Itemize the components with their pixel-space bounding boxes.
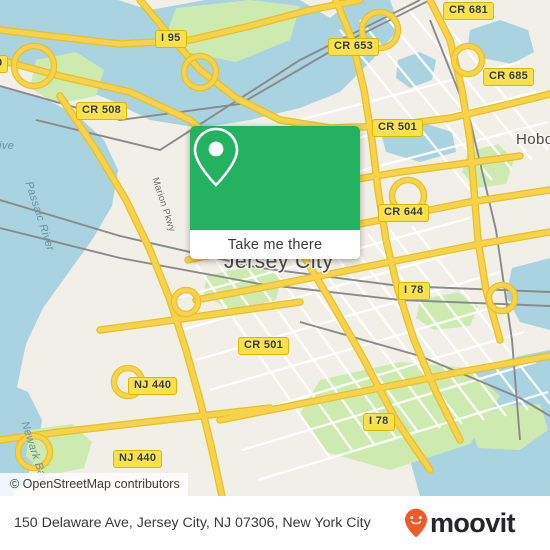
moovit-map-screenshot: I 95 CR 653 CR 681 CR 685 CR 508 CR 501 CR 644…: [0, 0, 550, 550]
map-label-hoboken: Hoboke: [516, 131, 550, 148]
location-pin-icon: [193, 127, 239, 187]
footer-bar: 150 Delaware Ave, Jersey City, NJ 07306,…: [0, 496, 550, 550]
address-text: 150 Delaware Ave, Jersey City, NJ 07306,…: [14, 515, 371, 531]
highway-shield: CR 681: [443, 2, 495, 20]
highway-shield: I 95: [155, 30, 187, 48]
highway-shield: NJ 440: [128, 377, 178, 395]
popup-header: [190, 126, 360, 230]
highway-shield: I 78: [398, 282, 430, 300]
highway-shield: 0: [0, 55, 9, 73]
highway-shield: I 78: [363, 413, 395, 431]
location-popup-card[interactable]: Take me there: [190, 126, 360, 259]
highway-shield: CR 653: [328, 38, 380, 56]
highway-shield: CR 685: [483, 68, 535, 86]
moovit-pin-icon: [405, 508, 427, 538]
moovit-wordmark: moovit: [430, 507, 516, 538]
highway-shield: CR 501: [372, 119, 424, 137]
highway-shield: CR 644: [378, 204, 430, 222]
take-me-there-button[interactable]: Take me there: [190, 230, 360, 259]
highway-shield: NJ 440: [113, 450, 163, 468]
osm-attribution[interactable]: © OpenStreetMap contributors: [0, 473, 188, 496]
moovit-logo[interactable]: moovit: [404, 507, 516, 538]
highway-shield: CR 501: [238, 337, 290, 355]
highway-shield: CR 508: [76, 102, 128, 120]
map-canvas[interactable]: I 95 CR 653 CR 681 CR 685 CR 508 CR 501 CR 644…: [0, 0, 550, 496]
map-label-passaic-river-clipped: ive: [0, 140, 15, 152]
